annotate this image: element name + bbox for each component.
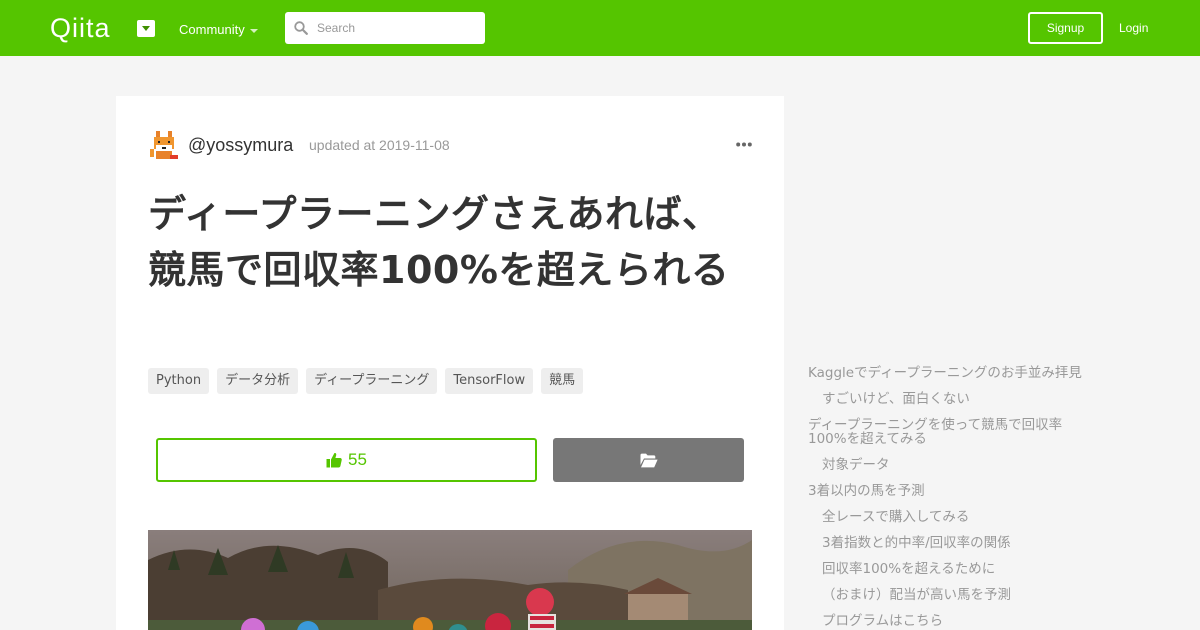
toc-item[interactable]: Kaggleでディープラーニングのお手並み拝見 <box>808 366 1082 381</box>
search-icon <box>294 21 308 35</box>
tag-python[interactable]: Python <box>148 368 210 394</box>
toc-item[interactable]: 3着指数と的中率/回収率の関係 <box>822 536 1011 551</box>
qiita-logo[interactable]: Qiita <box>50 14 111 42</box>
toc-item[interactable]: すごいけど、面白くない <box>822 392 970 407</box>
updated-date: updated at 2019-11-08 <box>309 137 450 153</box>
tag-list: Python データ分析 ディープラーニング TensorFlow 競馬 <box>148 368 584 394</box>
thumbs-up-icon <box>326 453 342 468</box>
author-username[interactable]: @yossymura <box>188 134 293 156</box>
search-input[interactable] <box>317 18 477 38</box>
tag-deep-learning[interactable]: ディープラーニング <box>306 368 438 394</box>
toc-item[interactable]: 全レースで購入してみる <box>822 510 969 525</box>
logo-dropdown-icon[interactable] <box>137 20 155 37</box>
toc-item[interactable]: （おまけ）配当が高い馬を予測 <box>822 588 1011 603</box>
hero-image-horse-race <box>148 530 752 630</box>
stock-button[interactable] <box>553 438 744 482</box>
ellipsis-icon[interactable] <box>736 142 752 147</box>
article-title: ディープラーニングさえあれば、競馬で回収率100%を超えられる <box>148 192 730 292</box>
toc-item[interactable]: 3着以内の馬を予測 <box>808 484 925 499</box>
search-box[interactable] <box>285 12 485 44</box>
tag-data-analysis[interactable]: データ分析 <box>217 368 299 394</box>
article-card: @yossymura updated at 2019-11-08 ディープラーニ… <box>116 96 784 630</box>
tag-keiba[interactable]: 競馬 <box>541 368 584 394</box>
login-link[interactable]: Login <box>1119 20 1148 36</box>
toc-item[interactable]: 回収率100%を超えるために <box>822 562 995 577</box>
toc-item[interactable]: 対象データ <box>822 458 890 473</box>
avatar[interactable] <box>148 129 180 161</box>
signup-button[interactable]: Signup <box>1028 12 1103 44</box>
community-menu[interactable]: Community <box>179 22 245 38</box>
chevron-down-icon <box>250 29 258 33</box>
like-button[interactable]: 55 <box>156 438 537 482</box>
toc-item[interactable]: プログラムはこちら <box>822 614 943 629</box>
site-header: Qiita Community Signup Login <box>0 0 1200 56</box>
tag-tensorflow[interactable]: TensorFlow <box>445 368 534 394</box>
like-count: 55 <box>348 450 367 469</box>
folder-open-icon <box>640 453 658 467</box>
toc-item[interactable]: 100%を超えてみる <box>808 432 927 447</box>
